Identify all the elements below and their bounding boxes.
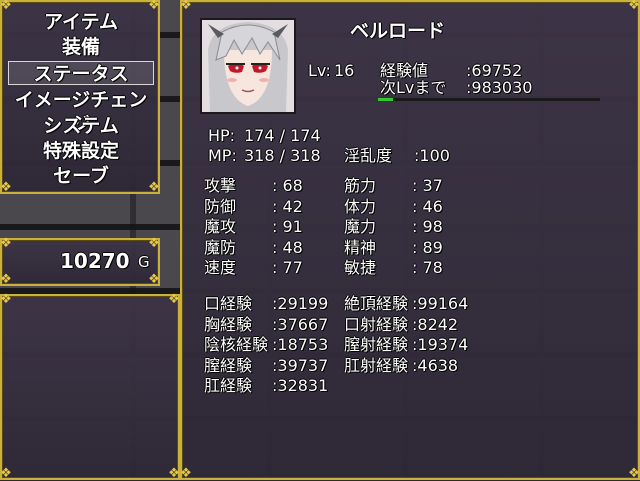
exp-label: 膣経験 xyxy=(204,355,253,375)
ornament-icon: ❖ xyxy=(148,236,160,251)
ornament-icon: ❖ xyxy=(628,0,640,13)
exp-value: :29199 xyxy=(272,294,329,313)
exp-label-right: 絶頂経験 xyxy=(344,294,409,313)
level-label: Lv: xyxy=(308,61,331,80)
mp-value: 318 / 318 xyxy=(244,146,321,165)
stat-value: : 48 xyxy=(272,237,303,257)
hp-value: 174 / 174 xyxy=(244,126,321,145)
stat-value-right: : 37 xyxy=(412,176,443,195)
stat-label-right: 魔力 xyxy=(344,217,377,236)
gold-unit: G xyxy=(138,253,150,271)
stat-label: 魔防 xyxy=(204,237,237,257)
stat-value: : 77 xyxy=(272,258,303,277)
menu-item-system[interactable]: システム xyxy=(8,114,154,138)
menu-item-status[interactable]: ステータス xyxy=(8,61,154,85)
ornament-icon: ❖ xyxy=(0,236,12,251)
ornament-icon: ❖ xyxy=(0,292,12,307)
ornament-icon: ❖ xyxy=(168,292,180,307)
mp-label: MP: xyxy=(208,146,237,165)
exp-value-right: :19374 xyxy=(412,335,469,354)
menu-item-equip[interactable]: 装備 xyxy=(8,35,154,59)
menu-item-special-settings[interactable]: 特殊設定 xyxy=(8,139,154,163)
ornament-icon: ❖ xyxy=(628,466,640,481)
stat-label-right: 精神 xyxy=(344,237,377,257)
ornament-icon: ❖ xyxy=(180,466,192,481)
exp-value: :32831 xyxy=(272,376,329,395)
next-level-value: :983030 xyxy=(466,78,533,97)
exp-value: :37667 xyxy=(272,314,329,334)
exp-value: :39737 xyxy=(272,355,329,375)
exp-progress-bar xyxy=(378,98,600,101)
ornament-icon: ❖ xyxy=(0,466,12,481)
menu-item-item[interactable]: アイテム xyxy=(8,10,154,34)
stat-value: : 68 xyxy=(272,176,303,195)
next-level-label: 次Lvまで xyxy=(380,78,447,97)
hp-label: HP: xyxy=(208,126,236,145)
stat-value-right: : 46 xyxy=(412,196,443,216)
menu-item-image-change[interactable]: イメージチェンジ xyxy=(8,88,154,135)
exp-value-right: :99164 xyxy=(412,294,469,313)
gold-amount: 10270 xyxy=(60,249,130,273)
stat-label-right: 敏捷 xyxy=(344,258,377,277)
gold-window: ❖ ❖ ❖ ❖ 10270 G xyxy=(0,236,160,287)
lewdness-label: 淫乱度 xyxy=(344,146,393,165)
lewdness-value: :100 xyxy=(414,146,450,165)
exp-label: 陰核経験 xyxy=(204,335,269,354)
exp-progress-fill xyxy=(378,98,393,101)
exp-label-right: 膣射経験 xyxy=(344,335,409,354)
exp-value-right: :8242 xyxy=(412,314,459,334)
stat-label-right: 体力 xyxy=(344,196,377,216)
stat-label-right: 筋力 xyxy=(344,176,377,195)
stat-value-right: : 98 xyxy=(412,217,443,236)
exp-value-right: :4638 xyxy=(412,355,459,375)
stat-label: 速度 xyxy=(204,258,237,277)
character-portrait xyxy=(200,18,296,114)
stat-label: 魔攻 xyxy=(204,217,237,236)
command-menu-window: ❖ ❖ ❖ ❖ アイテム 装備 ステータス イメージチェンジ システム 特殊設定… xyxy=(0,0,160,195)
stat-value: : 91 xyxy=(272,217,303,236)
stat-label: 防御 xyxy=(204,196,237,216)
help-window: ❖ ❖ ❖ ❖ xyxy=(0,292,180,481)
stat-value-right: : 78 xyxy=(412,258,443,277)
exp-label-right: 口射経験 xyxy=(344,314,409,334)
ornament-icon: ❖ xyxy=(0,272,12,287)
exp-value: :18753 xyxy=(272,335,329,354)
exp-label-right: 肛射経験 xyxy=(344,355,409,375)
exp-label: 胸経験 xyxy=(204,314,253,334)
stat-value: : 42 xyxy=(272,196,303,216)
menu-item-save[interactable]: セーブ xyxy=(8,164,154,188)
face-graphic xyxy=(202,20,294,112)
character-name: ベルロード xyxy=(350,20,446,42)
ornament-icon: ❖ xyxy=(180,0,192,13)
level-value: 16 xyxy=(334,61,355,80)
exp-label: 肛経験 xyxy=(204,376,253,395)
exp-label: 口経験 xyxy=(204,294,253,313)
ornament-icon: ❖ xyxy=(148,272,160,287)
stat-label: 攻撃 xyxy=(204,176,237,195)
stat-value-right: : 89 xyxy=(412,237,443,257)
